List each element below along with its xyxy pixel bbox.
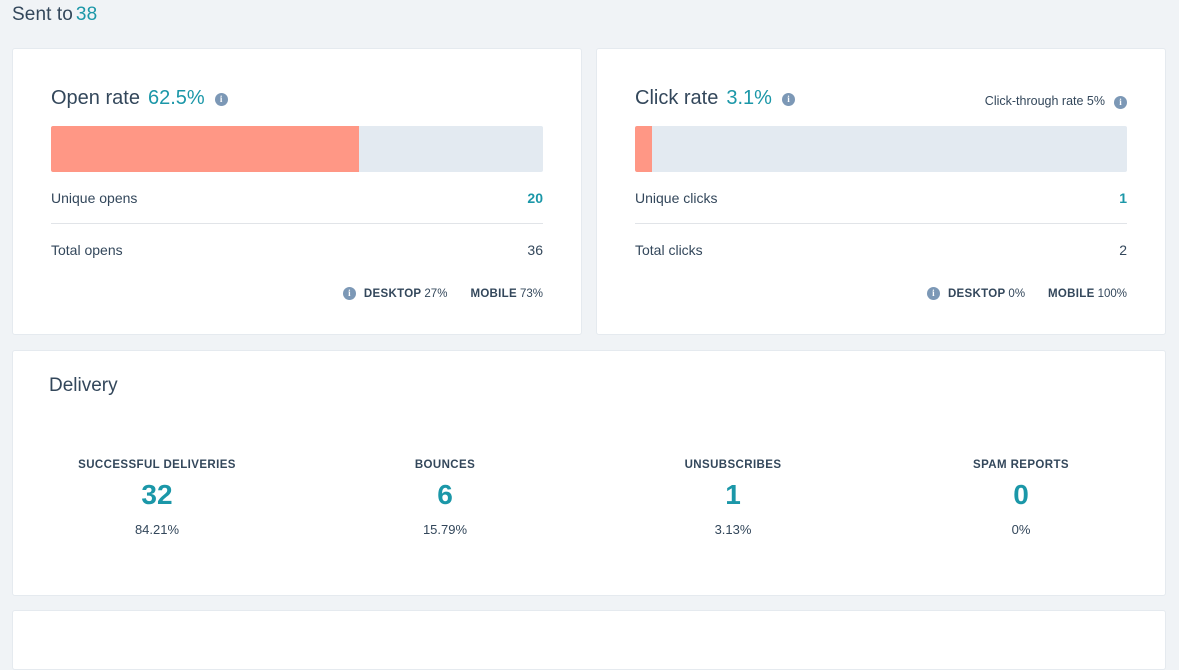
device-desktop-click: DESKTOP0% [948,288,1025,300]
delivery-stat-percent: 84.21% [13,522,301,537]
next-section-card [12,610,1166,670]
stat-row: Total clicks 2 [635,224,1127,275]
delivery-stat-bounces: BOUNCES 6 15.79% [301,459,589,537]
delivery-stat-label: UNSUBSCRIBES [589,459,877,471]
delivery-stats-grid: SUCCESSFUL DELIVERIES 32 84.21% BOUNCES … [13,459,1165,537]
click-rate-header: Click rate 3.1% i Click-through rate 5% … [635,85,1127,111]
open-rate-bar-fill [51,126,359,172]
click-through-rate-block: Click-through rate 5% i [985,87,1127,109]
open-rate-card-inner: Open rate 62.5% i Unique opens 20 Total … [13,49,581,300]
click-rate-value: 3.1% [726,87,772,110]
info-circle-icon[interactable]: i [927,287,940,300]
stat-value-unique-opens[interactable]: 20 [527,190,543,206]
device-mobile-click: MOBILE100% [1048,288,1127,300]
delivery-stat-percent: 0% [877,522,1165,537]
open-rate-bar-track [51,126,543,172]
click-device-breakdown: i DESKTOP0% MOBILE100% [635,287,1127,300]
delivery-stat-percent: 3.13% [589,522,877,537]
sent-to-label: Sent to [12,4,73,25]
delivery-stat-value[interactable]: 32 [13,481,301,509]
email-performance-page: Sent to38 Open rate 62.5% i Unique opens… [0,0,1179,617]
delivery-stat-value[interactable]: 1 [589,481,877,509]
device-desktop-open: DESKTOP27% [364,288,448,300]
click-rate-bar-track [635,126,1127,172]
open-rate-value: 62.5% [148,87,205,110]
delivery-stat-percent: 15.79% [301,522,589,537]
info-circle-icon[interactable]: i [343,287,356,300]
device-desktop-label: DESKTOP [364,288,421,300]
device-mobile-label: MOBILE [1048,288,1095,300]
info-circle-icon[interactable]: i [782,93,795,106]
stat-value-total-clicks: 2 [1119,242,1127,258]
delivery-stat-label: SUCCESSFUL DELIVERIES [13,459,301,471]
click-rate-card-inner: Click rate 3.1% i Click-through rate 5% … [597,49,1165,300]
device-desktop-value: 0% [1008,288,1025,300]
info-circle-icon[interactable]: i [1114,96,1127,109]
stat-label-unique-opens: Unique opens [51,190,137,206]
sent-to-heading: Sent to38 [12,4,97,26]
device-mobile-open: MOBILE73% [470,288,543,300]
delivery-card: Delivery SUCCESSFUL DELIVERIES 32 84.21%… [12,350,1166,596]
delivery-stat-value[interactable]: 6 [301,481,589,509]
open-rate-header: Open rate 62.5% i [51,85,543,111]
click-rate-title: Click rate [635,87,718,110]
stat-row: Unique opens 20 [51,172,543,224]
stat-row: Total opens 36 [51,224,543,275]
open-rate-title: Open rate [51,87,140,110]
stat-value-total-opens: 36 [527,242,543,258]
click-through-rate-text: Click-through rate 5% [985,94,1105,108]
click-rate-bar-fill [635,126,652,172]
delivery-stat-label: SPAM REPORTS [877,459,1165,471]
stat-row: Unique clicks 1 [635,172,1127,224]
open-rate-card: Open rate 62.5% i Unique opens 20 Total … [12,48,582,335]
delivery-stat-successful-deliveries: SUCCESSFUL DELIVERIES 32 84.21% [13,459,301,537]
sent-to-value[interactable]: 38 [76,4,97,25]
delivery-title: Delivery [49,375,118,397]
delivery-stat-unsubscribes: UNSUBSCRIBES 1 3.13% [589,459,877,537]
click-rate-card: Click rate 3.1% i Click-through rate 5% … [596,48,1166,335]
delivery-stat-value[interactable]: 0 [877,481,1165,509]
stat-value-unique-clicks[interactable]: 1 [1119,190,1127,206]
open-device-breakdown: i DESKTOP27% MOBILE73% [51,287,543,300]
stat-label-unique-clicks: Unique clicks [635,190,717,206]
stat-label-total-opens: Total opens [51,242,123,258]
device-mobile-value: 73% [520,288,543,300]
delivery-stat-spam-reports: SPAM REPORTS 0 0% [877,459,1165,537]
delivery-stat-label: BOUNCES [301,459,589,471]
device-desktop-value: 27% [424,288,447,300]
device-mobile-value: 100% [1098,288,1127,300]
info-circle-icon[interactable]: i [215,93,228,106]
stat-label-total-clicks: Total clicks [635,242,703,258]
device-desktop-label: DESKTOP [948,288,1005,300]
device-mobile-label: MOBILE [470,288,517,300]
